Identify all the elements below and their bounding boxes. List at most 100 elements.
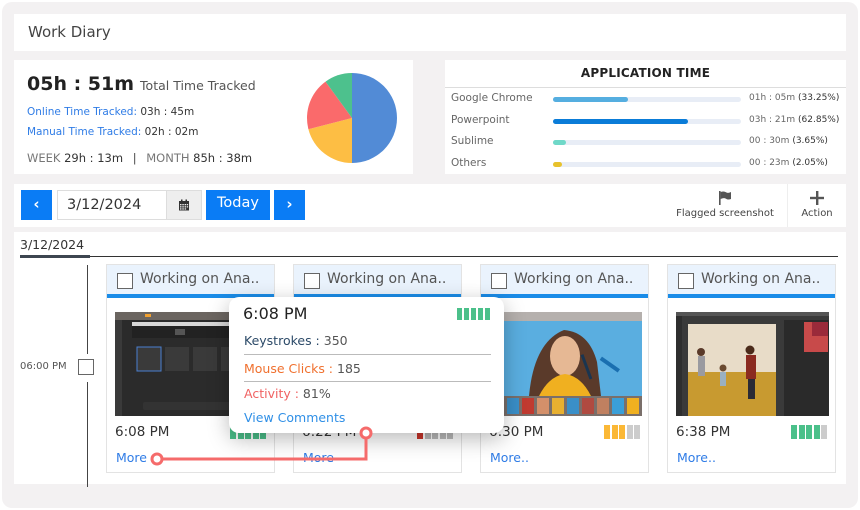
activity-bar-segment — [417, 433, 423, 439]
flagged-screenshot-button[interactable]: Flagged screenshot — [664, 184, 786, 227]
screenshot-thumbnail[interactable] — [489, 312, 642, 416]
separator: | — [132, 151, 137, 165]
manual-time-value: 02h : 02m — [144, 126, 199, 138]
action-label: Action — [801, 208, 833, 219]
card-checkbox[interactable] — [491, 273, 507, 289]
manual-time-label[interactable]: Manual Time Tracked: — [27, 126, 141, 138]
activity-bar-segment — [626, 425, 633, 439]
more-link[interactable]: More.. — [677, 450, 716, 465]
activity-bar-segment — [619, 425, 625, 439]
more-link[interactable]: More.. — [490, 450, 529, 465]
slot-select-checkbox[interactable] — [78, 359, 94, 375]
card-checkbox[interactable] — [117, 273, 133, 289]
card-checkbox[interactable] — [304, 273, 320, 289]
time-summary-card: 05h : 51m Total Time Tracked Online Time … — [14, 60, 413, 174]
activity-bar-segment — [806, 425, 812, 439]
app-usage-fill — [553, 161, 563, 167]
app-usage-fill — [553, 118, 689, 124]
view-comments-link[interactable]: View Comments — [244, 410, 345, 425]
application-time-title: APPLICATION TIME — [580, 66, 711, 80]
app-row: Others 00 : 23m (2.05%) — [445, 155, 846, 173]
card-header: Working on Ana.. — [294, 265, 461, 298]
app-usage-bar — [553, 140, 741, 145]
day-divider — [20, 256, 838, 257]
action-button[interactable]: Action — [787, 184, 846, 227]
app-name: Others — [451, 156, 487, 169]
app-usage-fill — [553, 140, 567, 145]
activity-bar-segment — [604, 425, 610, 439]
screenshot-card[interactable]: Working on Ana.. 6:38 PM More.. — [667, 264, 836, 473]
screenshot-card[interactable]: Working on Ana.. 6:30 PM More.. — [480, 264, 649, 473]
card-checkbox[interactable] — [678, 273, 694, 289]
page-header: Work Diary — [14, 14, 846, 51]
flag-icon — [719, 191, 731, 205]
app-percent: (33.25%) — [798, 93, 840, 103]
app-percent: (3.65%) — [792, 136, 828, 146]
next-day-button[interactable]: › — [274, 190, 305, 220]
total-time-label: Total Time Tracked — [140, 78, 256, 93]
app-time-value: 03h : 21m — [749, 114, 796, 125]
plus-icon — [810, 191, 824, 205]
app-row: Sublime 00 : 30m (3.65%) — [445, 133, 846, 151]
card-title: Working on Ana.. — [327, 271, 447, 287]
today-button[interactable]: Today — [206, 190, 270, 220]
card-time: 6:38 PM — [676, 424, 731, 440]
activity-bar-segment — [821, 425, 827, 439]
time-pie-chart — [307, 73, 397, 163]
activity-bar-segment — [470, 308, 476, 320]
app-time: 01h : 05m (33.25%) — [749, 93, 839, 103]
screenshot-details-popup: 6:08 PM Keystrokes : 350 Mouse Clicks : … — [229, 297, 504, 433]
app-usage-bar — [553, 161, 741, 167]
app-usage-bar — [553, 97, 741, 102]
date-input[interactable]: 3/12/2024 — [57, 190, 167, 220]
page-title: Work Diary — [28, 23, 111, 41]
app-time: 00 : 23m (2.05%) — [749, 158, 828, 168]
activity-bar-segment — [447, 433, 453, 439]
activity-row: Activity : 81% — [244, 386, 331, 401]
app-percent: (2.05%) — [792, 157, 828, 168]
online-time-label[interactable]: Online Time Tracked: — [27, 106, 137, 118]
week-value: 29h : 13m — [64, 151, 124, 165]
mouse-clicks-value: 185 — [337, 361, 361, 376]
keystrokes-row: Keystrokes : 350 — [244, 333, 348, 348]
app-name: Google Chrome — [451, 92, 533, 104]
screenshot-thumbnail[interactable] — [676, 312, 829, 416]
online-time: Online Time Tracked: 03h : 45m — [27, 106, 194, 118]
card-title: Working on Ana.. — [140, 271, 260, 287]
activity-bar-segment — [813, 425, 820, 439]
activity-bar-segment — [484, 308, 490, 320]
popup-time: 6:08 PM — [243, 304, 308, 323]
more-link[interactable]: More — [116, 450, 147, 465]
more-link[interactable]: More — [303, 450, 334, 465]
activity-meter — [791, 425, 827, 439]
month-value: 85h : 38m — [193, 151, 253, 165]
pie-slice-blue — [352, 73, 397, 163]
card-header: Working on Ana.. — [107, 265, 274, 298]
app-row: Powerpoint 03h : 21m (62.85%) — [445, 112, 846, 130]
popup-activity-meter — [456, 308, 490, 320]
card-title: Working on Ana.. — [514, 271, 634, 287]
app-percent: (62.85%) — [798, 114, 840, 125]
day-tab[interactable]: 3/12/2024 — [20, 237, 84, 252]
month-label: MONTH — [146, 151, 190, 165]
app-time: 00 : 30m (3.65%) — [749, 136, 828, 146]
calendar-button[interactable] — [166, 190, 202, 220]
previous-day-button[interactable]: ‹ — [21, 190, 52, 220]
manual-time: Manual Time Tracked: 02h : 02m — [27, 126, 198, 138]
flagged-screenshot-label: Flagged screenshot — [676, 208, 774, 219]
divider — [445, 87, 846, 88]
app-time: 03h : 21m (62.85%) — [749, 115, 839, 125]
total-time-value: 05h : 51m — [27, 73, 135, 95]
activity-bar-segment — [791, 425, 797, 439]
week-label: WEEK — [27, 151, 61, 165]
app-time-value: 01h : 05m — [749, 93, 796, 103]
activity-bar-segment — [424, 433, 431, 439]
app-name: Powerpoint — [451, 113, 510, 126]
total-time: 05h : 51m Total Time Tracked — [27, 73, 256, 95]
application-time-card: APPLICATION TIME Google Chrome 01h : 05m … — [445, 60, 846, 174]
activity-bar-segment — [432, 433, 438, 439]
activity-value: 81% — [302, 386, 331, 401]
card-header: Working on Ana.. — [481, 265, 648, 298]
app-usage-bar — [553, 118, 741, 124]
activity-meter — [604, 425, 640, 439]
